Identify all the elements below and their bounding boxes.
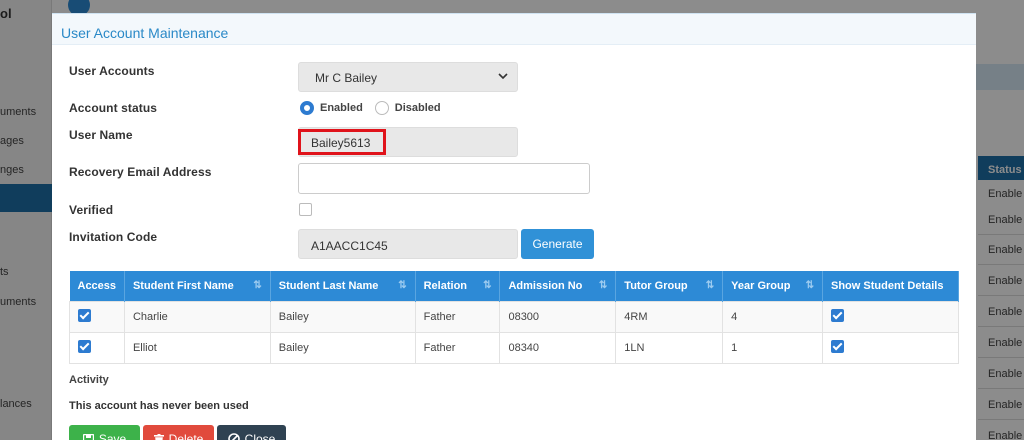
column-header-first-name[interactable]: Student First Name ⇅ bbox=[124, 271, 271, 301]
chevron-down-icon bbox=[498, 73, 508, 80]
sort-icon[interactable]: ⇅ bbox=[253, 280, 261, 291]
column-header-last-name[interactable]: Student Last Name ⇅ bbox=[270, 271, 416, 301]
account-status-radio-group: Enabled Disabled bbox=[300, 101, 453, 115]
table-row: Charlie Bailey Father 08300 4RM 4 bbox=[69, 300, 959, 333]
invitation-code-field[interactable]: A1AACC1C45 bbox=[298, 229, 518, 259]
generate-button[interactable]: Generate bbox=[521, 229, 594, 259]
activity-label: Activity bbox=[69, 374, 109, 386]
verified-label: Verified bbox=[69, 203, 114, 217]
column-header-access[interactable]: Access bbox=[69, 271, 125, 301]
save-button-label: Save bbox=[98, 432, 127, 440]
close-button-label: Close bbox=[244, 432, 276, 440]
access-checkbox[interactable] bbox=[78, 339, 91, 353]
student-last-name: Bailey bbox=[269, 331, 416, 364]
relation: Father bbox=[414, 300, 501, 333]
column-header-tutor-group[interactable]: Tutor Group ⇅ bbox=[615, 271, 724, 301]
radio-disabled-label[interactable]: Disabled bbox=[395, 102, 441, 114]
save-button[interactable]: Save bbox=[69, 425, 140, 440]
close-button[interactable]: Close bbox=[217, 425, 286, 440]
tutor-group: 4RM bbox=[615, 300, 724, 333]
tutor-group: 1LN bbox=[615, 331, 724, 364]
activity-text: This account has never been used bbox=[69, 400, 249, 412]
table-header-row: Access Student First Name ⇅ Student Last … bbox=[69, 271, 959, 301]
recovery-email-field[interactable] bbox=[298, 163, 590, 194]
column-header-show-details[interactable]: Show Student Details bbox=[822, 271, 959, 301]
student-first-name: Charlie bbox=[123, 300, 271, 333]
ban-icon bbox=[227, 433, 240, 440]
sort-icon[interactable]: ⇅ bbox=[806, 280, 814, 291]
access-checkbox[interactable] bbox=[78, 308, 91, 322]
show-details-checkbox[interactable] bbox=[831, 339, 844, 353]
relation: Father bbox=[414, 331, 501, 364]
sort-icon[interactable]: ⇅ bbox=[398, 280, 406, 291]
column-header-year-group[interactable]: Year Group ⇅ bbox=[722, 271, 823, 301]
column-header-admission-no[interactable]: Admission No ⇅ bbox=[499, 271, 617, 301]
modal-header: User Account Maintenance bbox=[52, 14, 976, 45]
trash-icon bbox=[153, 433, 164, 440]
students-table: Access Student First Name ⇅ Student Last … bbox=[69, 271, 959, 364]
show-details-checkbox[interactable] bbox=[831, 308, 844, 322]
sort-icon[interactable]: ⇅ bbox=[483, 280, 491, 291]
year-group: 1 bbox=[722, 331, 823, 364]
account-status-label: Account status bbox=[69, 101, 158, 115]
modal-title: User Account Maintenance bbox=[61, 25, 229, 41]
sort-icon[interactable]: ⇅ bbox=[706, 280, 714, 291]
user-name-label: User Name bbox=[69, 128, 133, 142]
student-first-name: Elliot bbox=[123, 331, 271, 364]
admission-no: 08340 bbox=[499, 331, 617, 364]
invitation-code-label: Invitation Code bbox=[69, 230, 158, 244]
user-accounts-select[interactable]: Mr C Bailey bbox=[298, 62, 518, 92]
sort-icon[interactable]: ⇅ bbox=[599, 280, 607, 291]
year-group: 4 bbox=[722, 300, 823, 333]
admission-no: 08300 bbox=[499, 300, 617, 333]
radio-disabled[interactable] bbox=[374, 101, 389, 115]
column-header-relation[interactable]: Relation ⇅ bbox=[415, 271, 501, 301]
radio-enabled-label[interactable]: Enabled bbox=[320, 102, 363, 114]
user-account-modal: User Account Maintenance User Accounts M… bbox=[52, 13, 976, 440]
invitation-code-value: A1AACC1C45 bbox=[311, 239, 388, 253]
save-icon bbox=[82, 433, 94, 440]
delete-button[interactable]: Delete bbox=[143, 425, 214, 440]
table-row: Elliot Bailey Father 08340 1LN 1 bbox=[69, 331, 959, 364]
radio-enabled[interactable] bbox=[300, 101, 314, 115]
user-accounts-label: User Accounts bbox=[69, 64, 155, 78]
student-last-name: Bailey bbox=[269, 300, 416, 333]
user-accounts-selected-value: Mr C Bailey bbox=[315, 71, 378, 85]
verified-checkbox[interactable] bbox=[299, 203, 312, 216]
recovery-email-label: Recovery Email Address bbox=[69, 165, 212, 179]
delete-button-label: Delete bbox=[168, 432, 204, 440]
user-name-highlight bbox=[298, 129, 386, 155]
